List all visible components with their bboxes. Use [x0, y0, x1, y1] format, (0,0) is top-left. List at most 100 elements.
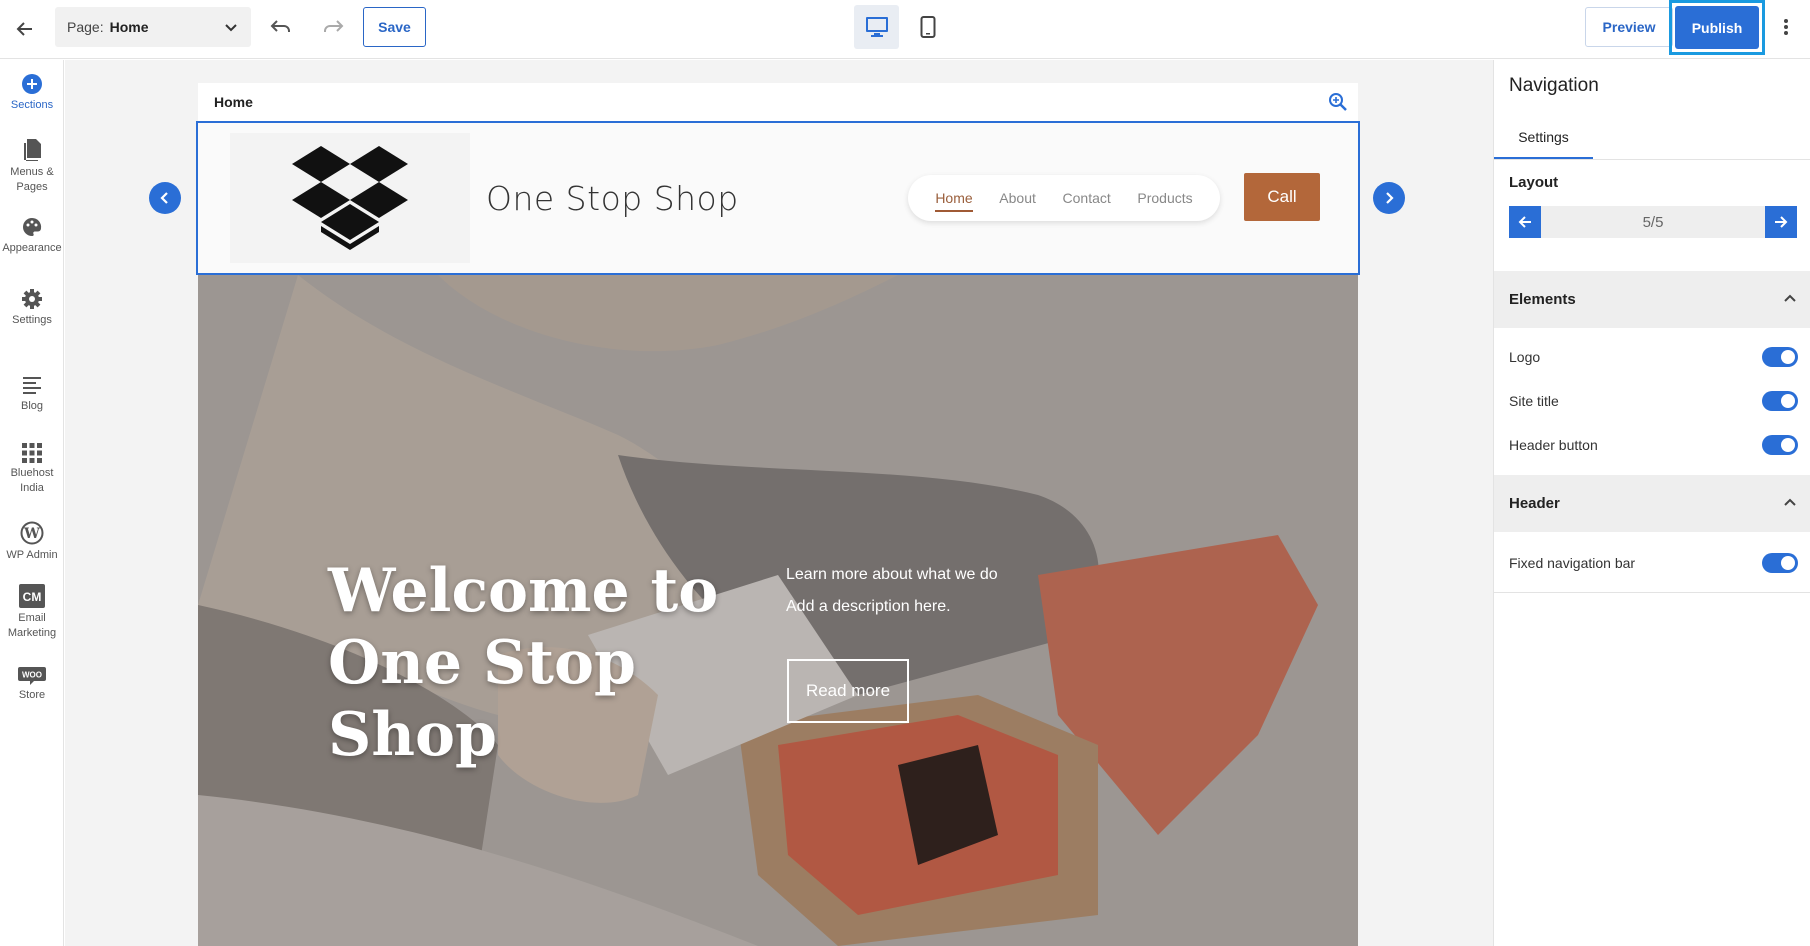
palette-icon: [23, 217, 42, 236]
sidebar-item-label: Appearance: [2, 242, 62, 254]
undo-icon: [270, 20, 290, 32]
redo-icon: [324, 20, 344, 32]
header-row-label: Fixed navigation bar: [1509, 555, 1636, 571]
site-logo[interactable]: [230, 133, 470, 263]
nav-link-products[interactable]: Products: [1137, 190, 1192, 206]
prev-layout-button[interactable]: [149, 182, 181, 214]
panel-divider: [1494, 592, 1810, 593]
hero-title-line-2: One Stop Shop: [328, 628, 636, 770]
sidebar-item-label: Menus &: [10, 166, 54, 178]
layout-stepper: 5/5: [1509, 206, 1797, 238]
tab-settings[interactable]: Settings: [1494, 116, 1593, 160]
sidebar-item-label: Bluehost: [10, 467, 54, 479]
site-navigation: Home About Contact Products: [908, 175, 1220, 221]
more-options-button[interactable]: [1774, 12, 1798, 42]
navigation-settings-panel: Navigation Settings Layout 5/5 Elements …: [1493, 60, 1810, 946]
site-title-toggle[interactable]: [1762, 391, 1798, 411]
element-label: Header button: [1509, 437, 1598, 453]
sidebar-item-label: WP Admin: [6, 549, 58, 561]
site-page-tab: Home: [198, 83, 1358, 121]
arrow-left-icon: [16, 22, 32, 36]
cm-icon: CM: [19, 584, 45, 608]
page-select[interactable]: Page: Home: [55, 7, 251, 47]
header-label: Header: [1509, 495, 1560, 512]
sidebar-item-label: Blog: [20, 400, 44, 412]
back-button[interactable]: [10, 14, 40, 44]
desktop-view-button[interactable]: [854, 5, 899, 49]
undo-button[interactable]: [265, 13, 297, 41]
hero-title[interactable]: Welcome to One Stop Shop: [328, 555, 788, 771]
sidebar-item-label: Settings: [12, 314, 52, 326]
sidebar-item-sections[interactable]: Sections: [0, 73, 64, 113]
next-layout-button[interactable]: [1373, 182, 1405, 214]
publish-highlight: Publish: [1669, 0, 1765, 55]
arrow-right-icon: [1774, 216, 1788, 228]
sidebar-item-wp-admin[interactable]: W WP Admin: [0, 521, 64, 563]
fixed-navigation-toggle[interactable]: [1762, 553, 1798, 573]
page-select-label: Page:: [67, 19, 104, 35]
publish-button[interactable]: Publish: [1675, 6, 1759, 49]
chevron-down-icon: [225, 24, 237, 32]
sidebar-item-label-2: India: [20, 482, 44, 494]
header-call-button[interactable]: Call: [1244, 173, 1320, 221]
sidebar-item-appearance[interactable]: Appearance: [0, 216, 64, 256]
svg-text:WOO: WOO: [22, 671, 42, 680]
logo-toggle[interactable]: [1762, 347, 1798, 367]
sidebar-item-label: Email: [18, 612, 46, 624]
layout-next-button[interactable]: [1764, 206, 1797, 238]
sidebar-item-menus-pages[interactable]: Menus & Pages: [0, 138, 64, 195]
site-page-tab-label: Home: [214, 94, 253, 110]
blog-icon: [23, 377, 41, 394]
header-button-toggle[interactable]: [1762, 435, 1798, 455]
element-row-logo: Logo: [1494, 335, 1810, 379]
element-row-site-title: Site title: [1494, 379, 1810, 423]
chevron-up-icon: [1784, 294, 1796, 302]
arrow-left-icon: [1518, 216, 1531, 228]
read-more-button[interactable]: Read more: [787, 659, 909, 723]
nav-link-home[interactable]: Home: [935, 190, 974, 212]
sidebar-item-blog[interactable]: Blog: [0, 376, 64, 414]
site-preview: Home One Stop Shop Home About Contact Pr…: [196, 83, 1360, 946]
header-section[interactable]: One Stop Shop Home About Contact Product…: [196, 121, 1360, 327]
redo-button[interactable]: [317, 13, 349, 41]
hero-section[interactable]: Welcome to One Stop Shop Learn more abou…: [198, 275, 1358, 946]
elements-label: Elements: [1509, 291, 1576, 308]
hero-title-line-1: Welcome to: [328, 556, 719, 626]
element-label: Logo: [1509, 349, 1541, 365]
site-title[interactable]: One Stop Shop: [486, 179, 739, 218]
mobile-view-button[interactable]: [905, 5, 950, 49]
element-row-header-button: Header button: [1494, 423, 1810, 467]
tab-divider: [1494, 159, 1810, 160]
chevron-left-icon: [160, 192, 168, 204]
sidebar-item-email-marketing[interactable]: CM Email Marketing: [0, 584, 64, 641]
zoom-in-icon[interactable]: [1328, 92, 1348, 112]
chevron-up-icon: [1784, 498, 1796, 506]
svg-text:W: W: [23, 526, 40, 542]
pages-icon: [23, 139, 41, 161]
sidebar-item-bluehost-india[interactable]: Bluehost India: [0, 443, 64, 496]
gear-icon: [22, 289, 42, 309]
svg-text:CM: CM: [23, 590, 42, 604]
header-section-header[interactable]: Header: [1494, 475, 1810, 532]
header-row-fixed-nav: Fixed navigation bar: [1494, 541, 1810, 585]
nav-link-contact[interactable]: Contact: [1063, 190, 1111, 206]
sidebar-item-label-2: Pages: [16, 181, 48, 193]
element-label: Site title: [1509, 393, 1559, 409]
sidebar-item-store[interactable]: WOO Store: [0, 667, 64, 703]
layout-prev-button[interactable]: [1509, 206, 1541, 238]
nav-link-about[interactable]: About: [999, 190, 1036, 206]
layout-label: Layout: [1509, 174, 1559, 191]
elements-section-header[interactable]: Elements: [1494, 271, 1810, 328]
page-select-value: Home: [109, 19, 149, 35]
sidebar-item-label-2: Marketing: [7, 627, 57, 639]
sidebar-item-settings[interactable]: Settings: [0, 288, 64, 328]
wordpress-icon: W: [20, 521, 44, 545]
desktop-icon: [865, 17, 888, 37]
layout-value: 5/5: [1642, 213, 1664, 231]
hero-description-1[interactable]: Learn more about what we do: [786, 566, 998, 584]
dropbox-logo-icon: [292, 146, 408, 250]
save-button[interactable]: Save: [363, 7, 426, 47]
sidebar-item-label: Sections: [10, 99, 54, 111]
hero-description-2[interactable]: Add a description here.: [786, 598, 951, 616]
preview-button[interactable]: Preview: [1585, 7, 1673, 47]
